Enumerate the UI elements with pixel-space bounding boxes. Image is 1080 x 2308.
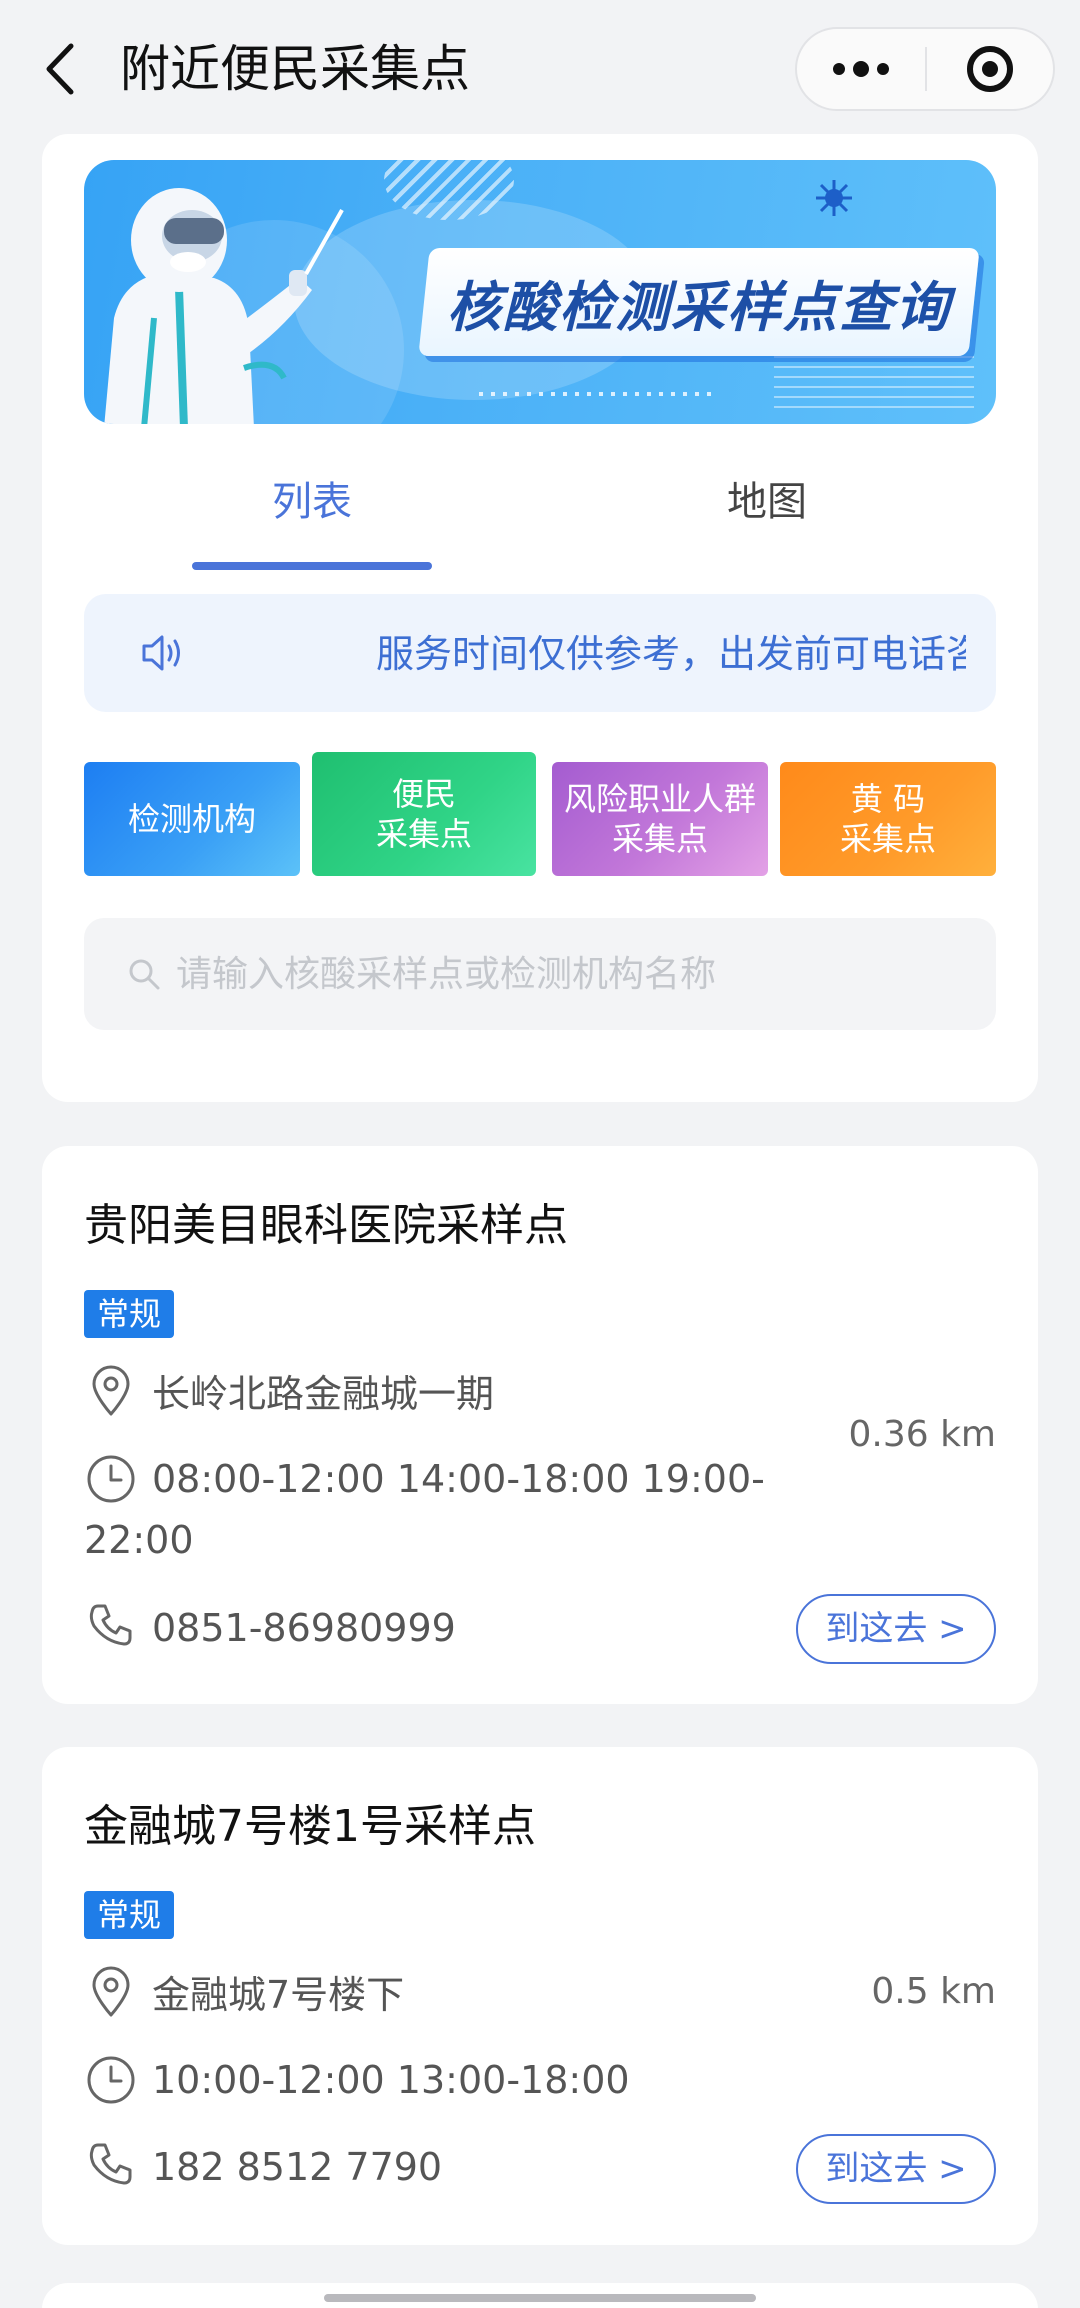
category-convenience-collection[interactable]: 便民 采集点 <box>312 752 536 876</box>
address-row: 长岭北路金融城一期 <box>84 1364 494 1424</box>
navigation-bar: 附近便民采集点 <box>0 0 1080 138</box>
back-button[interactable] <box>30 34 90 104</box>
mini-program-capsule <box>795 27 1055 111</box>
notice-text: 服务时间仅供参考，出发前可电话咨询 <box>376 632 966 676</box>
hours-row: 08:00-12:00 14:00-18:00 19:00-22:00 <box>84 1449 804 1571</box>
virus-icon <box>816 180 852 216</box>
site-name: 金融城7号楼1号采样点 <box>84 1801 536 1852</box>
banner-title: 核酸检测采样点查询 <box>418 248 980 356</box>
search-bar <box>84 918 996 1030</box>
address-row: 金融城7号楼下 <box>84 1965 404 2025</box>
distance: 0.36 km <box>848 1414 996 1455</box>
phone-row: 0851-86980999 <box>84 1598 456 1658</box>
active-tab-indicator <box>192 562 432 570</box>
chevron-left-icon <box>46 43 74 95</box>
medical-worker-illustration <box>104 188 344 424</box>
result-card[interactable]: 金融城7号楼1号采样点 常规 金融城7号楼下 10:00-12:00 13:00… <box>42 1747 1038 2245</box>
category-label: 风险职业人群 <box>563 780 756 818</box>
category-label: 便民 <box>391 775 456 813</box>
category-yellow-code[interactable]: 黄 码 采集点 <box>780 762 996 876</box>
more-options-button[interactable] <box>797 29 925 109</box>
result-card[interactable]: 贵阳美目眼科医院采样点 常规 长岭北路金融城一期 08:00-12:00 14:… <box>42 1146 1038 1704</box>
category-risk-occupation[interactable]: 风险职业人群 采集点 <box>552 762 768 876</box>
hours-row: 10:00-12:00 13:00-18:00 <box>84 2050 804 2111</box>
category-sublabel: 采集点 <box>611 820 708 858</box>
category-label: 检测机构 <box>127 800 256 838</box>
distance: 0.5 km <box>871 1971 996 2012</box>
home-indicator <box>324 2294 756 2302</box>
target-icon <box>967 46 1013 92</box>
site-hours: 10:00-12:00 13:00-18:00 <box>152 2058 630 2102</box>
category-label: 黄 码 <box>850 780 926 818</box>
site-phone[interactable]: 0851-86980999 <box>152 1598 456 1658</box>
clock-icon <box>84 1452 138 1506</box>
site-name: 贵阳美目眼科医院采样点 <box>84 1200 568 1251</box>
search-input[interactable] <box>176 953 936 995</box>
site-type-badge: 常规 <box>84 1290 175 1338</box>
tab-map[interactable]: 地图 <box>727 474 807 530</box>
navigate-button[interactable]: 到这去 > <box>796 1594 996 1664</box>
site-phone[interactable]: 182 8512 7790 <box>152 2137 442 2197</box>
site-address: 长岭北路金融城一期 <box>152 1372 495 1416</box>
banner: 核酸检测采样点查询 <box>84 160 996 424</box>
category-sublabel: 采集点 <box>839 820 936 858</box>
site-hours: 08:00-12:00 14:00-18:00 19:00-22:00 <box>84 1457 765 1562</box>
phone-icon <box>84 2137 138 2191</box>
location-pin-icon <box>84 1965 138 2019</box>
notice-bar: 服务时间仅供参考，出发前可电话咨询 <box>84 594 996 712</box>
site-address: 金融城7号楼下 <box>152 1973 405 2017</box>
location-pin-icon <box>84 1364 138 1418</box>
phone-icon <box>84 1598 138 1652</box>
phone-row: 182 8512 7790 <box>84 2137 442 2197</box>
search-icon <box>124 954 164 994</box>
tab-list[interactable]: 列表 <box>272 474 352 530</box>
close-mini-program-button[interactable] <box>927 29 1053 109</box>
navigate-button[interactable]: 到这去 > <box>796 2134 996 2204</box>
clock-icon <box>84 2053 138 2107</box>
speaker-icon <box>142 635 180 671</box>
site-type-badge: 常规 <box>84 1891 175 1939</box>
page-title: 附近便民采集点 <box>120 40 470 98</box>
category-testing-institution[interactable]: 检测机构 <box>84 762 300 876</box>
category-sublabel: 采集点 <box>375 815 472 853</box>
